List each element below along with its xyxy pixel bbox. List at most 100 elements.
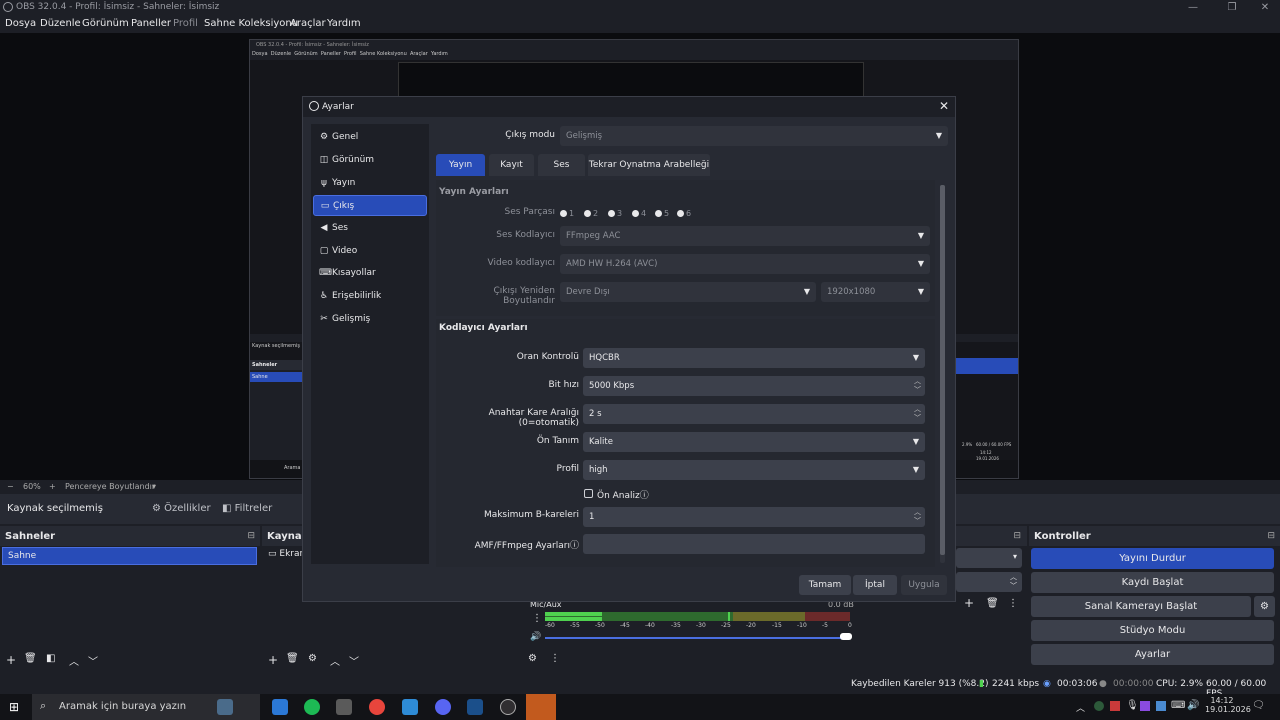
tray-icon[interactable] <box>1110 701 1120 711</box>
start-virtual-camera-button[interactable]: Sanal Kamerayı Başlat <box>1031 596 1251 617</box>
chevron-up-icon[interactable]: ︿ <box>330 653 340 668</box>
tab-kayit[interactable]: Kayıt <box>489 154 534 176</box>
zoom-in-button[interactable]: + <box>49 482 56 491</box>
amf-options-input[interactable] <box>583 534 925 554</box>
gear-icon[interactable]: ⚙ <box>308 653 317 664</box>
dock-popout-icon[interactable]: ⊟ <box>247 531 255 541</box>
volume-slider-handle[interactable] <box>840 633 852 640</box>
windows-start-icon[interactable]: ⊞ <box>9 700 19 714</box>
menu-yardim[interactable]: Yardım <box>327 18 361 29</box>
bitrate-input[interactable]: 5000 Kbps ︿ ﹀ <box>583 376 925 396</box>
menu-gorunum[interactable]: Görünüm <box>82 18 129 29</box>
more-icon[interactable]: ⋮ <box>550 653 560 664</box>
nav-kisayollar[interactable]: ⌨ Kısayollar <box>313 263 427 284</box>
clock[interactable]: 14:12 19.01.2026 <box>1205 696 1251 714</box>
restore-icon[interactable]: ❐ <box>1215 0 1249 15</box>
tab-ses[interactable]: Ses <box>538 154 585 176</box>
max-bframes-input[interactable]: 1 ︿ ﹀ <box>583 507 925 527</box>
menu-duzenle[interactable]: Düzenle <box>40 18 81 29</box>
cancel-button[interactable]: İptal <box>853 575 897 595</box>
microphone-icon[interactable]: 🎙 <box>1126 700 1139 711</box>
nav-yayin[interactable]: ψ Yayın <box>313 173 427 194</box>
audio-track-4[interactable]: 4 <box>632 209 646 218</box>
tray-icon[interactable] <box>1140 701 1150 711</box>
speaker-icon[interactable]: 🔊 <box>530 632 541 642</box>
dock-popout-icon[interactable]: ⊟ <box>1267 531 1275 541</box>
preanalysis-checkbox[interactable] <box>584 489 593 498</box>
audio-track-2[interactable]: 2 <box>584 209 598 218</box>
add-icon[interactable]: + <box>6 653 16 667</box>
tray-icon[interactable] <box>1094 701 1104 711</box>
notifications-icon[interactable]: 🗨 <box>1252 700 1265 711</box>
dock-popout-icon[interactable]: ⊟ <box>1013 531 1021 541</box>
transition-duration[interactable]: ︿ ﹀ <box>956 572 1022 592</box>
more-icon[interactable]: ⋮ <box>1008 598 1018 609</box>
zoom-out-button[interactable]: − <box>7 482 14 491</box>
stop-stream-button[interactable]: Yayını Durdur <box>1031 548 1274 569</box>
apply-button[interactable]: Uygula <box>901 575 947 595</box>
rate-control-select[interactable]: HQCBR ▼ <box>583 348 925 368</box>
fit-window-dropdown[interactable]: Pencereye Boyutlandır <box>65 482 155 491</box>
source-item[interactable]: ▭ Ekran <box>268 549 305 559</box>
properties-button[interactable]: ⚙ Özellikler <box>148 500 211 518</box>
network-icon[interactable]: ⌨ <box>1171 700 1185 711</box>
add-icon[interactable]: + <box>964 596 974 610</box>
trash-icon[interactable]: 🗑 <box>986 598 999 609</box>
trash-icon[interactable]: 🗑 <box>286 653 299 664</box>
audio-track-6[interactable]: 6 <box>677 209 691 218</box>
studio-mode-button[interactable]: Stüdyo Modu <box>1031 620 1274 641</box>
nav-gorunum[interactable]: ◫ Görünüm <box>313 150 427 171</box>
app-icon[interactable] <box>336 699 352 715</box>
trash-icon[interactable]: 🗑 <box>24 653 37 664</box>
active-app-icon[interactable] <box>526 694 556 720</box>
steam-icon[interactable] <box>467 699 483 715</box>
audio-track-3[interactable]: 3 <box>608 209 622 218</box>
rescale-resolution-select[interactable]: 1920x1080 ▼ <box>821 282 930 302</box>
audio-track-5[interactable]: 5 <box>655 209 669 218</box>
nav-cikis[interactable]: ▭ Çıkış <box>313 195 427 216</box>
menu-araclar[interactable]: Araçlar <box>290 18 326 29</box>
scene-item[interactable]: Sahne <box>2 547 257 565</box>
obs-icon[interactable] <box>500 699 516 715</box>
add-icon[interactable]: + <box>268 653 278 667</box>
menu-paneller[interactable]: Paneller <box>131 18 171 29</box>
more-icon[interactable]: ⋮ <box>532 613 542 624</box>
tab-yayin[interactable]: Yayın <box>436 154 485 176</box>
chevron-down-icon[interactable]: ▾ <box>152 482 156 491</box>
scrollbar-thumb[interactable] <box>940 185 945 555</box>
nav-gelismis[interactable]: ✂ Gelişmiş <box>313 309 427 330</box>
gear-icon[interactable]: ⚙ <box>528 653 537 664</box>
search-highlight-icon[interactable] <box>217 699 233 715</box>
rescale-select[interactable]: Devre Dışı ▼ <box>560 282 816 302</box>
filters-button[interactable]: ◧ Filtreler <box>218 500 272 518</box>
chrome-icon[interactable] <box>369 699 385 715</box>
app-icon[interactable] <box>402 699 418 715</box>
audio-encoder-select[interactable]: FFmpeg AAC ▼ <box>560 226 930 246</box>
nav-genel[interactable]: ⚙ Genel <box>313 127 427 148</box>
spotify-icon[interactable] <box>304 699 320 715</box>
volume-icon[interactable]: 🔊 <box>1187 700 1199 711</box>
preset-select[interactable]: Kalite ▼ <box>583 432 925 452</box>
menu-sahne-koleksiyonu[interactable]: Sahne Koleksiyonu <box>204 18 298 29</box>
audio-track-1[interactable]: 1 <box>560 209 574 218</box>
profile-select[interactable]: high ▼ <box>583 460 925 480</box>
help-icon[interactable]: ⓘ <box>640 491 649 501</box>
chevron-down-icon[interactable]: ﹀ <box>88 653 98 668</box>
settings-button[interactable]: Ayarlar <box>1031 644 1274 665</box>
nav-video[interactable]: ▢ Video <box>313 241 427 262</box>
tab-tekrar-oynatma[interactable]: Tekrar Oynatma Arabelleği <box>588 154 710 176</box>
discord-icon[interactable] <box>435 699 451 715</box>
close-icon[interactable]: ✕ <box>1248 0 1280 15</box>
chevron-up-icon[interactable]: ︿ <box>69 653 79 668</box>
nav-erisebilirlik[interactable]: ♿ Erişebilirlik <box>313 286 427 307</box>
tray-chevron-up-icon[interactable]: ︿ <box>1076 701 1085 714</box>
menu-dosya[interactable]: Dosya <box>5 18 36 29</box>
help-icon[interactable]: ⓘ <box>570 541 579 551</box>
menu-profil[interactable]: Profil <box>173 18 198 29</box>
start-recording-button[interactable]: Kaydı Başlat <box>1031 572 1274 593</box>
minimize-icon[interactable]: — <box>1176 0 1210 15</box>
output-mode-select[interactable]: Gelişmiş ▼ <box>560 126 948 146</box>
keyframe-input[interactable]: 2 s ︿ ﹀ <box>583 404 925 424</box>
ok-button[interactable]: Tamam <box>799 575 851 595</box>
chevron-down-icon[interactable]: ﹀ <box>349 653 359 668</box>
